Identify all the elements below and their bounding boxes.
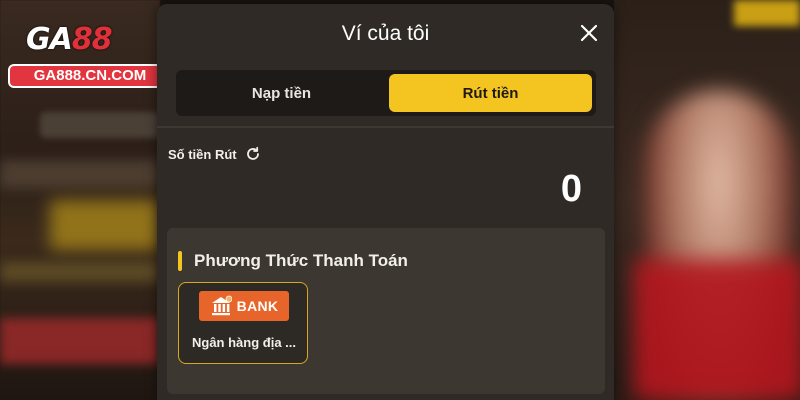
background-promo-right <box>614 0 800 400</box>
modal-title: Ví của tôi <box>341 22 430 45</box>
payment-methods-panel: Phương Thức Thanh Toán BANK Ngân hàng đị… <box>167 228 605 394</box>
logo-mark: GA88 <box>26 22 113 57</box>
brand-logo: GA88 GA888.CN.COM <box>4 12 172 88</box>
refresh-icon[interactable] <box>245 146 261 162</box>
wallet-modal: Ví của tôi Nạp tiền Rút tiền Số tiền Rút… <box>157 4 614 400</box>
withdraw-amount-value[interactable]: 0 <box>561 168 582 211</box>
payment-method-label: Ngân hàng địa ... <box>191 335 296 350</box>
section-accent-bar <box>178 251 182 271</box>
blurred-logo <box>40 112 160 138</box>
amount-label-text: Số tiền Rút <box>168 146 237 162</box>
blurred-banner <box>734 0 800 26</box>
payment-section-title: Phương Thức Thanh Toán <box>178 250 408 272</box>
payment-section-title-text: Phương Thức Thanh Toán <box>194 251 408 270</box>
close-icon <box>580 24 598 42</box>
bank-icon <box>211 295 232 316</box>
bank-logo: BANK <box>199 291 289 321</box>
withdraw-amount-label: Số tiền Rút <box>168 144 261 164</box>
deposit-withdraw-tabs: Nạp tiền Rút tiền <box>176 70 596 116</box>
divider <box>157 126 614 128</box>
blurred-text <box>0 262 160 282</box>
bank-logo-text: BANK <box>236 298 279 314</box>
site-url-badge: GA888.CN.COM <box>8 64 172 88</box>
close-button[interactable] <box>578 22 600 44</box>
blurred-text <box>0 160 160 188</box>
tab-deposit[interactable]: Nạp tiền <box>180 74 383 112</box>
tab-withdraw[interactable]: Rút tiền <box>389 74 592 112</box>
blurred-button <box>0 318 160 364</box>
blurred-model-dress <box>634 260 800 400</box>
modal-header: Ví của tôi <box>157 4 614 64</box>
payment-method-local-bank[interactable]: BANK Ngân hàng địa ... <box>178 282 308 364</box>
blurred-text <box>50 200 160 250</box>
